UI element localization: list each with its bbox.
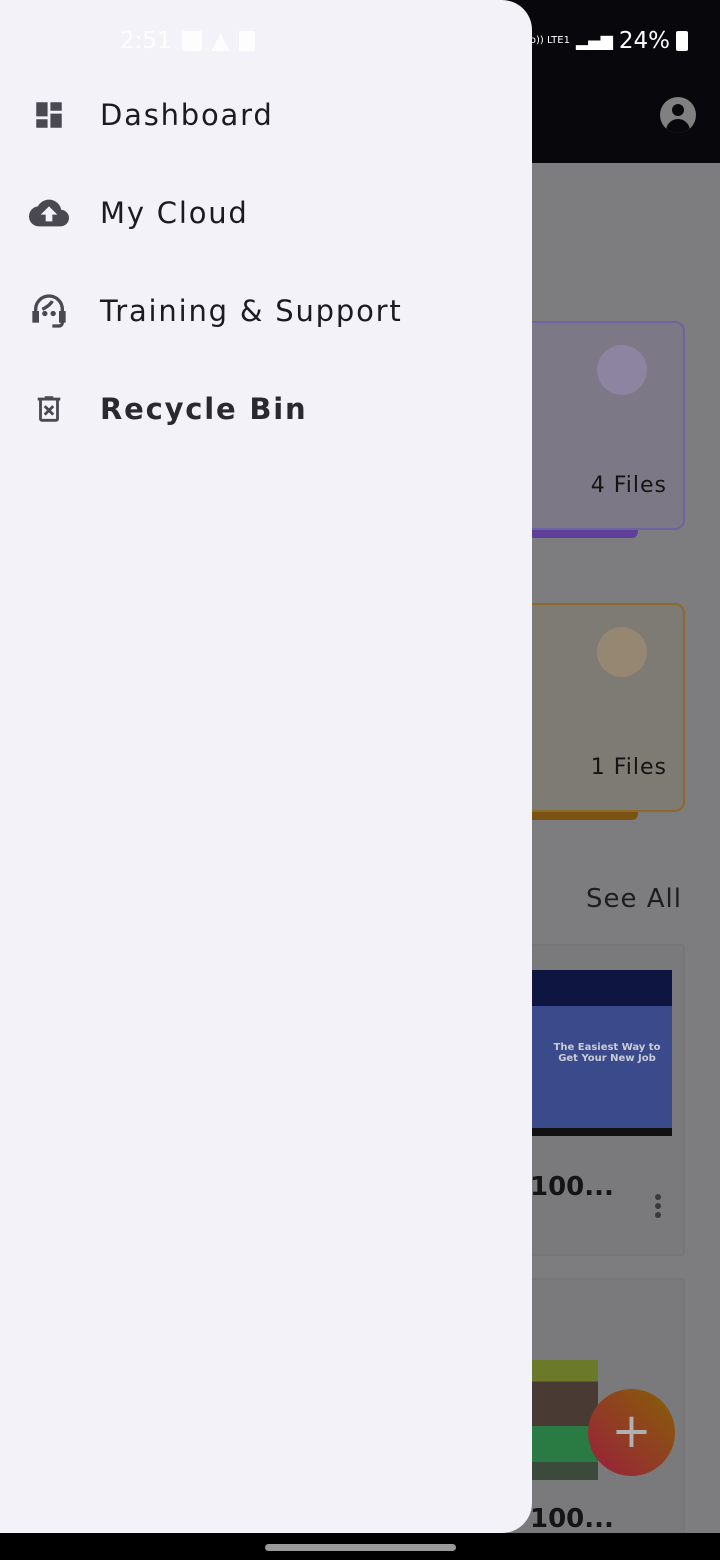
navigation-drawer: 2:51 ▲ Dashboard My Cloud Training & Sup… xyxy=(0,0,532,1533)
drawer-item-my-cloud[interactable]: My Cloud xyxy=(0,178,532,248)
battery-percent: 24% xyxy=(618,27,670,54)
thumbnail-text: The Easiest Way to Get Your New Job xyxy=(553,1042,661,1064)
delete-forever-icon xyxy=(29,392,69,426)
file-count: 4 Files xyxy=(590,473,667,498)
file-name: 100... xyxy=(530,1504,614,1534)
support-agent-icon xyxy=(29,291,69,331)
drawer-item-label: My Cloud xyxy=(100,196,249,230)
battery-charging-icon xyxy=(676,30,688,51)
drawer-item-label: Recycle Bin xyxy=(100,392,308,426)
sim-notification-icon xyxy=(239,31,256,51)
drawer-item-training-support[interactable]: Training & Support xyxy=(0,276,532,346)
file-thumbnail xyxy=(532,1360,598,1480)
more-options-icon[interactable] xyxy=(655,1194,661,1218)
signal-icon: ▂▄▆ xyxy=(575,31,613,50)
status-left: 2:51 ▲ xyxy=(120,28,256,54)
gallery-notification-icon xyxy=(181,31,202,51)
profile-avatar-icon[interactable] xyxy=(660,97,696,133)
plus-icon: + xyxy=(611,1403,652,1459)
drawer-item-label: Training & Support xyxy=(100,294,403,328)
dashboard-icon xyxy=(29,98,69,132)
category-icon xyxy=(597,345,647,395)
drawer-item-label: Dashboard xyxy=(100,98,274,132)
add-fab-button[interactable]: + xyxy=(588,1389,675,1476)
file-thumbnail: The Easiest Way to Get Your New Job xyxy=(532,970,672,1136)
home-gesture-handle[interactable] xyxy=(265,1544,456,1551)
see-all-link[interactable]: See All xyxy=(586,884,682,914)
alert-notification-icon: ▲ xyxy=(211,28,230,54)
category-icon xyxy=(597,627,647,677)
drawer-item-recycle-bin[interactable]: Recycle Bin xyxy=(0,374,532,444)
drawer-item-dashboard[interactable]: Dashboard xyxy=(0,80,532,150)
file-name: 100... xyxy=(530,1172,614,1202)
status-time: 2:51 xyxy=(120,28,172,54)
file-count: 1 Files xyxy=(590,755,667,780)
cloud-upload-icon xyxy=(29,191,69,235)
